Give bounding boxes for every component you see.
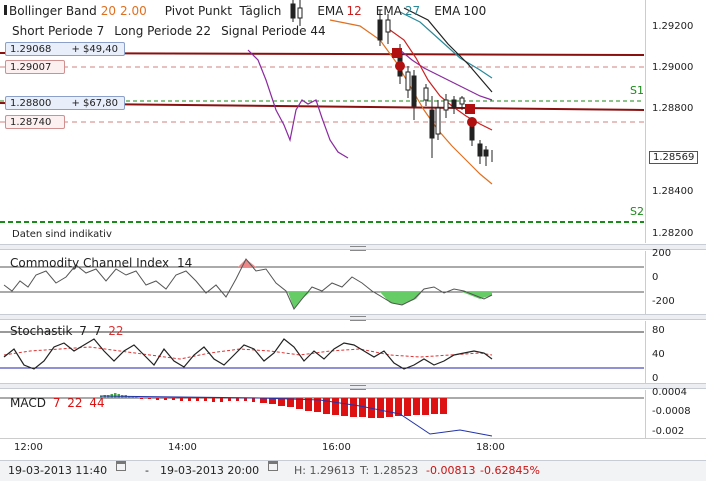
signal-period-value: 44 <box>310 24 326 38</box>
order-tag-1[interactable]: 1.29007 <box>5 60 65 74</box>
disclaimer-text: Daten sind indikativ <box>12 229 112 240</box>
date-from[interactable]: 19-03-2013 11:40 <box>8 461 107 481</box>
macd-tick: -0.0008 <box>652 406 691 417</box>
stoch-p3: 22 <box>108 324 124 338</box>
trade-marker-square <box>465 104 475 114</box>
position-tag-price: 1.29068 <box>10 44 52 55</box>
cci-tick: 0 <box>652 272 659 283</box>
time-tick: 18:00 <box>476 442 505 453</box>
position-tag-price: 1.28800 <box>10 98 52 109</box>
cci-pane[interactable]: Commodity Channel Index 14 <box>0 251 644 314</box>
stoch-tick: 40 <box>652 349 665 360</box>
ema27-label: EMA <box>375 4 402 18</box>
bollinger-p1: 20 <box>100 4 117 18</box>
stochastic-legend: Stochastik 7 7 22 <box>10 324 124 338</box>
pivot-label: Pivot Punkt Täglich <box>164 4 282 18</box>
macd-settings-legend: Short Periode 7 Long Periode 22 Signal Per… <box>12 24 326 38</box>
order-tag-2[interactable]: 1.28740 <box>5 115 65 129</box>
macd-legend: MACD 7 22 44 <box>10 396 105 410</box>
pane-resize-handle[interactable] <box>0 244 706 251</box>
stoch-label: Stochastik <box>10 324 73 338</box>
ema27-line <box>399 11 493 79</box>
macd-tick: -0.002 <box>652 426 685 437</box>
macd-label: MACD <box>10 396 46 410</box>
high-value: H: 1.29613 <box>294 464 355 477</box>
main-legend: Bollinger Band 20 2.00 Pivot Punkt Täglich E… <box>4 4 492 18</box>
macd-tick: 0.0004 <box>652 387 687 398</box>
change-percent: -0.62845% <box>480 464 540 477</box>
signal-period-label: Signal Periode <box>221 24 307 38</box>
trade-marker-circle <box>467 117 477 127</box>
macd-pane[interactable]: MACD 7 22 44 <box>0 390 644 438</box>
macd-p2: 22 <box>67 396 83 410</box>
last-value: T: 1.28523 <box>360 464 419 477</box>
position-tag-2[interactable]: 1.28800 + $67,80 <box>5 96 125 110</box>
time-tick: 16:00 <box>322 442 351 453</box>
cci-period: 14 <box>176 256 193 270</box>
long-period-label: Long Periode <box>114 24 192 38</box>
position-tag-pl: + $67,80 <box>71 98 118 109</box>
macd-p3: 44 <box>89 396 105 410</box>
cci-tick: 200 <box>652 248 672 259</box>
pane-resize-handle[interactable] <box>0 314 706 321</box>
change-value: -0.00813 <box>426 464 476 477</box>
cci-legend: Commodity Channel Index 14 <box>10 256 192 270</box>
stochastic-axis: 80 40 0 <box>645 321 706 384</box>
s1-label: S1 <box>630 84 644 97</box>
date-to[interactable]: 19-03-2013 20:00 <box>160 461 259 481</box>
ema27-value: 27 <box>404 4 421 18</box>
price-tick: 1.28400 <box>652 186 694 197</box>
price-tick: 1.28200 <box>652 228 694 239</box>
position-tag-pl: + $49,40 <box>71 44 118 55</box>
bollinger-p2: 2.00 <box>120 4 147 18</box>
bollinger-mid-line <box>329 19 493 185</box>
position-tag-1[interactable]: 1.29068 + $49,40 <box>5 42 125 56</box>
stoch-p1: 7 <box>79 324 87 338</box>
stoch-p2: 7 <box>93 324 102 338</box>
main-chart-pane[interactable]: Bollinger Band 20 2.00 Pivot Punkt Täglich E… <box>0 0 644 243</box>
cci-label: Commodity Channel Index <box>10 256 170 270</box>
stoch-tick: 80 <box>652 325 665 336</box>
ema100-label: EMA <box>434 4 461 18</box>
short-period-label: Short Periode <box>12 24 93 38</box>
time-tick: 12:00 <box>14 442 43 453</box>
bollinger-legend-icon <box>4 5 7 15</box>
stochastic-pane[interactable]: Stochastik 7 7 22 <box>0 321 644 383</box>
ema12-line <box>389 29 493 131</box>
price-axis: 1.29200 1.29000 1.28800 1.28569 1.28400 … <box>645 0 706 243</box>
stoch-k-line <box>3 338 493 370</box>
ema100-value: 100 <box>463 4 487 18</box>
macd-axis: 0.0004 -0.0008 -0.002 <box>645 387 706 438</box>
macd-p1: 7 <box>52 396 61 410</box>
bollinger-lower-line <box>247 49 349 159</box>
price-tick: 1.28800 <box>652 103 694 114</box>
short-period-value: 7 <box>96 24 105 38</box>
bollinger-label: Bollinger Band <box>9 4 97 18</box>
ema12-label: EMA <box>317 4 344 18</box>
cci-tick: -200 <box>652 296 675 307</box>
s2-label: S2 <box>630 205 644 218</box>
cci-axis: 200 0 -200 <box>645 248 706 314</box>
trade-marker-circle <box>395 61 405 71</box>
date-separator: - <box>145 464 149 477</box>
current-price-tag: 1.28569 <box>649 151 699 164</box>
order-tag-price: 1.28740 <box>10 117 52 128</box>
order-tag-price: 1.29007 <box>10 62 52 73</box>
long-period-value: 22 <box>195 24 212 38</box>
price-tick: 1.29200 <box>652 21 694 32</box>
time-axis: 12:00 14:00 16:00 18:00 <box>0 438 706 461</box>
pane-resize-handle[interactable] <box>0 383 706 390</box>
ema12-value: 12 <box>346 4 362 18</box>
price-tick: 1.29000 <box>652 62 694 73</box>
status-bar: 19-03-2013 11:40 - 19-03-2013 20:00 H: 1… <box>0 460 706 481</box>
trade-marker-square <box>392 48 402 58</box>
time-tick: 14:00 <box>168 442 197 453</box>
